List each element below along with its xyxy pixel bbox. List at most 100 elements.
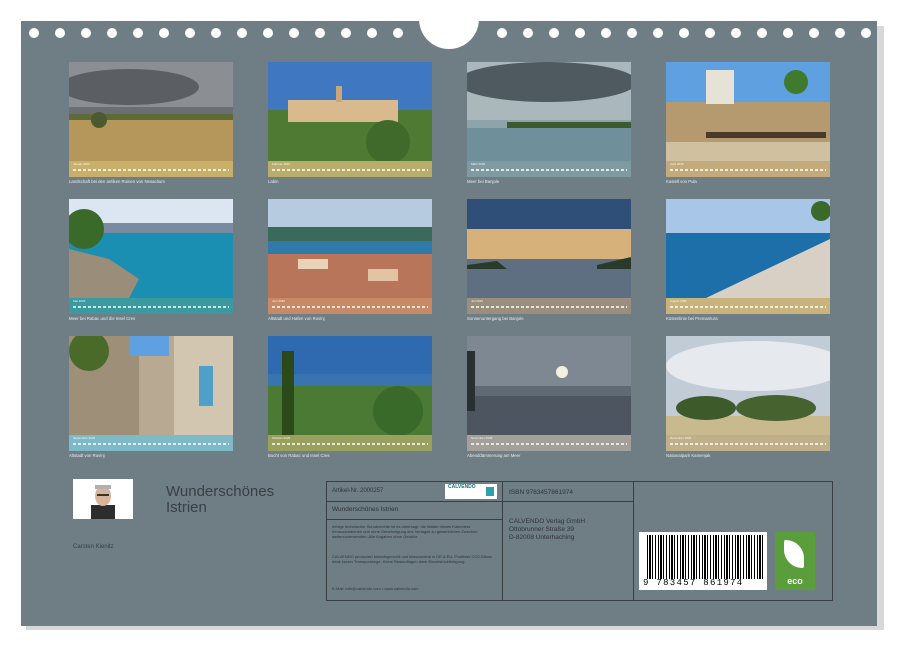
article-number: Artikel-Nr. 2000257 (332, 488, 384, 494)
tile-caption: Nationalpark Kamenjak (666, 453, 711, 458)
production-text: CALVENDO produziert bedarfsgerecht und k… (332, 554, 492, 564)
month-strip: April 2026 (666, 161, 830, 177)
month-label: Januar 2026 (73, 162, 90, 166)
binding-hole (133, 28, 143, 38)
sunset-photo (467, 199, 631, 298)
contact-email: E-Mail: info@calvendo.com • www.calvendo… (332, 586, 419, 591)
binding-hole (523, 28, 533, 38)
disclaimer-text: Infolge technischer Schutzrechte ist es … (332, 524, 478, 539)
alley-photo (69, 336, 233, 435)
month-label: November 2026 (471, 436, 493, 440)
month-label: Februar 2026 (272, 162, 291, 166)
tile-caption: Altstadt von Rovinj (69, 453, 105, 458)
calendar-back-page: Januar 2026 Landschaft bei den antiken R… (21, 21, 877, 626)
binding-hole (341, 28, 351, 38)
tile-caption: Altstadt und Hafen von Rovinj (268, 316, 325, 321)
day-row (272, 443, 428, 445)
month-strip: September 2026 (69, 435, 233, 451)
binding-hole (601, 28, 611, 38)
bay-photo (268, 336, 432, 435)
harbour-photo (268, 199, 432, 298)
day-row (73, 443, 229, 445)
month-label: September 2026 (73, 436, 96, 440)
isbn: ISBN 9783457861974 (509, 489, 573, 496)
calvendo-logo: CALVENDO (445, 484, 497, 499)
town-photo (268, 62, 432, 161)
month-label: Oktober 2026 (272, 436, 291, 440)
publisher-street: Ottobrunner Straße 39 (509, 526, 575, 533)
month-label: März 2026 (471, 162, 486, 166)
shoreline-photo (666, 199, 830, 298)
binding-hole (783, 28, 793, 38)
binding-hole (159, 28, 169, 38)
binding-hole (237, 28, 247, 38)
day-row (73, 169, 229, 171)
tile-caption: Bucht von Rabac und Insel Cres (268, 453, 330, 458)
month-label: Juli 2026 (471, 299, 484, 303)
tile-caption: Meer bei Banjole (467, 179, 500, 184)
barcode: 9 783457 861974 (639, 532, 767, 590)
month-strip: Februar 2026 (268, 161, 432, 177)
day-row (471, 443, 627, 445)
day-row (471, 306, 627, 308)
month-strip: November 2026 (467, 435, 631, 451)
day-row (670, 306, 826, 308)
month-strip: Dezember 2026 (666, 435, 830, 451)
binding-hole (497, 28, 507, 38)
day-row (73, 306, 229, 308)
eco-badge: eco (775, 532, 815, 590)
binding-hole (81, 28, 91, 38)
binding-hole (549, 28, 559, 38)
tile-caption: Meer bei Rabac und die Insel Cres (69, 316, 136, 321)
binding-hole (107, 28, 117, 38)
binding-hole (757, 28, 767, 38)
publisher-city: D-82008 Unterhaching (509, 534, 575, 541)
month-strip: Januar 2026 (69, 161, 233, 177)
tile-caption: Abenddämmerung am Meer (467, 453, 521, 458)
day-row (670, 169, 826, 171)
book-title: Wunderschönes Istrien (332, 506, 399, 513)
leaf-icon (784, 540, 804, 568)
day-row (272, 306, 428, 308)
month-strip: März 2026 (467, 161, 631, 177)
binding-hole (575, 28, 585, 38)
castle-photo (666, 62, 830, 161)
binding-hole (653, 28, 663, 38)
month-strip: Juni 2026 (268, 298, 432, 314)
binding-hole (211, 28, 221, 38)
binding-hole (393, 28, 403, 38)
product-info-box: Artikel-Nr. 2000257 CALVENDO Wunderschön… (326, 481, 833, 601)
month-label: August 2026 (670, 299, 687, 303)
dusk-photo (467, 336, 631, 435)
binding-hole (835, 28, 845, 38)
binding-hole (185, 28, 195, 38)
coast-photo (69, 199, 233, 298)
binding-hole (679, 28, 689, 38)
binding-hole (315, 28, 325, 38)
tile-caption: Sonnenuntergang bei Banjole (467, 316, 524, 321)
month-strip: Juli 2026 (467, 298, 631, 314)
binding-hole (29, 28, 39, 38)
landscape-photo (69, 62, 233, 161)
binding-hole (289, 28, 299, 38)
month-strip: August 2026 (666, 298, 830, 314)
binding-hole (705, 28, 715, 38)
day-row (670, 443, 826, 445)
binding-hole (627, 28, 637, 38)
binding-hole (731, 28, 741, 38)
publisher-name: CALVENDO Verlag GmbH (509, 518, 586, 525)
tile-caption: Küstenlinie bei Premantura (666, 316, 718, 321)
tile-caption: Landschaft bei den antiken Ruinen von Ne… (69, 179, 165, 184)
day-row (272, 169, 428, 171)
binding-hole (263, 28, 273, 38)
month-label: April 2026 (670, 162, 684, 166)
author-portrait (73, 479, 133, 519)
binding-hole (367, 28, 377, 38)
tile-caption: Kastell von Pula (666, 179, 697, 184)
month-label: Juni 2026 (272, 299, 286, 303)
binding-hole (809, 28, 819, 38)
park-photo (666, 336, 830, 435)
day-row (471, 169, 627, 171)
binding-hole (55, 28, 65, 38)
binding-hole (861, 28, 871, 38)
